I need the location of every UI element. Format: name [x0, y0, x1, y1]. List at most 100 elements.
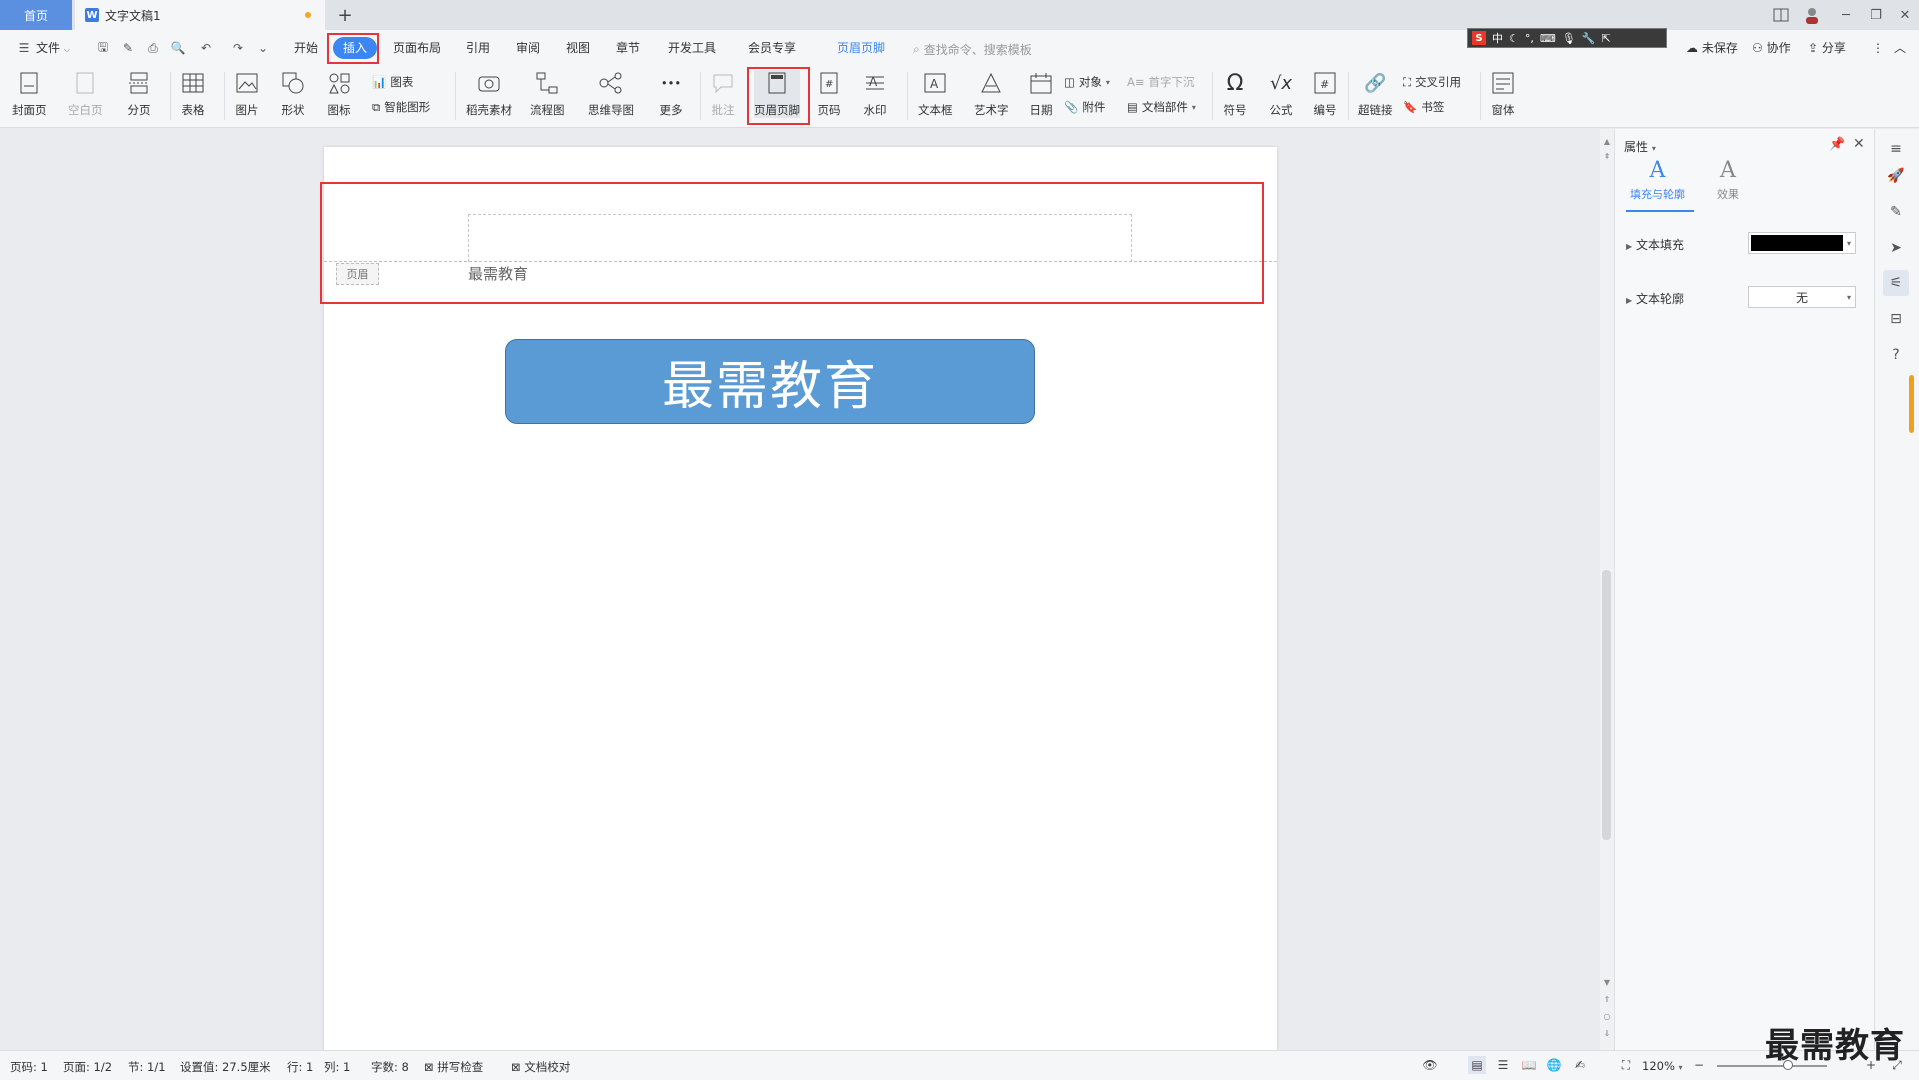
menu-insert[interactable]: 插入 — [333, 37, 378, 59]
form-button[interactable]: 窗体 — [1490, 70, 1516, 118]
share-button[interactable]: ⇪ 分享 — [1800, 37, 1854, 59]
side-menu-icon[interactable]: ≡ — [1883, 136, 1909, 162]
collapse-ribbon-icon[interactable]: ︿ — [1886, 37, 1914, 59]
prev-page-icon[interactable]: ⇑ — [1600, 995, 1614, 1004]
web-view-icon[interactable]: 🌐 — [1545, 1056, 1563, 1074]
date-button[interactable]: 日期 — [1028, 70, 1054, 118]
doc-part-button[interactable]: ▤ 文档部件 ▾ — [1127, 97, 1196, 117]
text-outline-toggle[interactable]: ▶ 文本轮廓 — [1626, 290, 1684, 307]
header-footer-button[interactable]: 页眉页脚 — [754, 70, 800, 118]
format-painter-icon[interactable]: ✎ — [118, 39, 138, 57]
minimize-icon[interactable]: ─ — [1832, 4, 1860, 26]
table-button[interactable]: 表格 — [180, 70, 206, 118]
attachment-button[interactable]: 📎 附件 — [1064, 97, 1105, 117]
menu-review[interactable]: 审阅 — [508, 37, 548, 59]
status-page[interactable]: 页码: 1 — [10, 1059, 48, 1075]
panel-close-icon[interactable]: ✕ — [1853, 136, 1865, 152]
text-outline-select[interactable]: 无 ▾ — [1748, 286, 1856, 308]
tab-effect[interactable]: A 效果 — [1717, 160, 1739, 202]
shape-button[interactable]: 形状 — [280, 70, 306, 118]
text-fill-color-picker[interactable]: ▾ — [1748, 232, 1856, 254]
menu-view[interactable]: 视图 — [558, 37, 598, 59]
watermark-button[interactable]: A 水印 — [862, 70, 888, 118]
status-words[interactable]: 字数: 8 — [371, 1059, 409, 1075]
wordart-button[interactable]: 艺术字 — [974, 70, 1009, 118]
eye-protect-icon[interactable]: 👁 — [1421, 1056, 1439, 1074]
tab-document[interactable]: W 文字文稿1 — [75, 0, 325, 30]
menu-header-footer[interactable]: 页眉页脚 — [829, 37, 893, 59]
chart-button[interactable]: 📊 图表 — [372, 72, 413, 92]
document-page[interactable] — [324, 147, 1277, 1050]
proofread-button[interactable]: ⊠ 文档校对 — [511, 1059, 570, 1075]
page-view-icon[interactable]: ▤ — [1468, 1056, 1486, 1074]
pen-icon[interactable]: ✎ — [1883, 199, 1909, 225]
collab-button[interactable]: ⚇ 协作 — [1744, 37, 1799, 59]
tab-home[interactable]: 首页 — [0, 0, 72, 30]
save-icon[interactable]: 🖫 — [93, 39, 113, 57]
cross-reference-button[interactable]: ⛶ 交叉引用 — [1403, 72, 1461, 92]
new-tab-button[interactable]: + — [332, 2, 358, 28]
write-mode-icon[interactable]: ✍ — [1571, 1056, 1589, 1074]
scroll-up-icon[interactable]: ▲ — [1600, 137, 1614, 146]
backup-icon[interactable]: ⊟ — [1883, 306, 1909, 332]
status-section[interactable]: 节: 1/1 — [128, 1059, 166, 1075]
pin-icon[interactable]: 📌 — [1829, 137, 1845, 152]
menu-developer[interactable]: 开发工具 — [660, 37, 724, 59]
select-browse-icon[interactable]: ○ — [1600, 1012, 1614, 1021]
print-preview-icon[interactable]: 🔍 — [168, 39, 188, 57]
header-text[interactable]: 最需教育 — [468, 263, 528, 284]
menu-start[interactable]: 开始 — [286, 37, 326, 59]
status-col[interactable]: 列: 1 — [324, 1059, 350, 1075]
scroll-thumb[interactable] — [1602, 570, 1611, 840]
tab-fill-outline[interactable]: A 填充与轮廓 — [1630, 160, 1685, 202]
text-fill-toggle[interactable]: ▶ 文本填充 — [1626, 236, 1684, 253]
status-row[interactable]: 行: 1 — [287, 1059, 313, 1075]
fit-page-icon[interactable]: ⛶ — [1617, 1056, 1635, 1074]
symbol-button[interactable]: Ω 符号 — [1222, 70, 1248, 118]
numbering-button[interactable]: # 编号 — [1312, 70, 1338, 118]
bookmark-button[interactable]: 🔖 书签 — [1403, 97, 1444, 117]
scroll-top-icon[interactable]: ⇞ — [1600, 152, 1614, 161]
cover-page-button[interactable]: 封面页 — [12, 70, 47, 118]
unsaved-status[interactable]: ☁ 未保存 — [1678, 37, 1746, 59]
zoom-out-icon[interactable]: − — [1690, 1056, 1708, 1074]
rocket-icon[interactable]: 🚀 — [1883, 163, 1909, 189]
search-command[interactable]: ⌕ 查找命令、搜索模板 — [913, 39, 1032, 59]
comment-button[interactable]: 批注 — [710, 70, 736, 118]
customize-icon[interactable]: ⌄ — [253, 39, 273, 57]
hyperlink-button[interactable]: 🔗 超链接 — [1358, 70, 1393, 118]
flowchart-button[interactable]: 流程图 — [530, 70, 565, 118]
blank-page-button[interactable]: 空白页 — [68, 70, 103, 118]
menu-file[interactable]: 文件 ⌵ — [28, 37, 78, 59]
close-icon[interactable]: ✕ — [1891, 4, 1919, 26]
spell-check-button[interactable]: ⊠ 拼写检查 — [424, 1059, 483, 1075]
status-setting[interactable]: 设置值: 27.5厘米 — [180, 1059, 271, 1075]
undo-icon[interactable]: ↶ — [196, 39, 216, 57]
menu-chapter[interactable]: 章节 — [608, 37, 648, 59]
menu-page-layout[interactable]: 页面布局 — [385, 37, 449, 59]
equation-button[interactable]: √x 公式 — [1268, 70, 1294, 118]
material-button[interactable]: 稻壳素材 — [466, 70, 512, 118]
zoom-level[interactable]: 120% ▾ — [1642, 1059, 1683, 1073]
redo-icon[interactable]: ↷ — [228, 39, 248, 57]
menu-member[interactable]: 会员专享 — [740, 37, 804, 59]
status-pages[interactable]: 页面: 1/2 — [63, 1059, 112, 1075]
print-icon[interactable]: ⎙ — [143, 39, 163, 57]
more-button[interactable]: ••• 更多 — [658, 70, 684, 118]
icon-library-button[interactable]: 图标 — [326, 70, 352, 118]
cursor-icon[interactable]: ➤ — [1883, 235, 1909, 261]
page-number-button[interactable]: # 页码 — [816, 70, 842, 118]
page-break-button[interactable]: 分页 — [126, 70, 152, 118]
scroll-down-icon[interactable]: ▼ — [1600, 978, 1614, 987]
properties-icon[interactable]: ⚟ — [1883, 270, 1909, 296]
textbox-button[interactable]: A 文本框 — [918, 70, 953, 118]
next-page-icon[interactable]: ⇓ — [1600, 1029, 1614, 1038]
smart-art-button[interactable]: ⧉ 智能图形 — [372, 97, 430, 117]
menu-references[interactable]: 引用 — [458, 37, 498, 59]
picture-button[interactable]: 图片 — [234, 70, 260, 118]
object-button[interactable]: ◫ 对象 ▾ — [1064, 72, 1110, 92]
panel-title[interactable]: 属性 ▾ — [1624, 138, 1656, 155]
user-avatar-icon[interactable] — [1798, 4, 1826, 26]
restore-icon[interactable]: ❐ — [1862, 4, 1890, 26]
layout-icon[interactable] — [1767, 4, 1795, 26]
